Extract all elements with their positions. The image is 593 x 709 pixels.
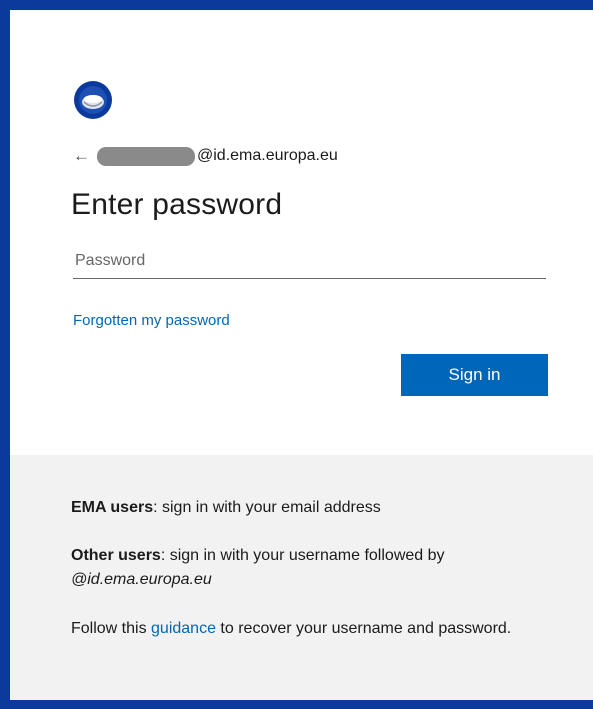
guidance-link[interactable]: guidance: [151, 620, 216, 637]
recovery-note: Follow this guidance to recover your use…: [71, 617, 551, 641]
recovery-text-2: to recover your username and password.: [215, 620, 512, 637]
redacted-username: [97, 146, 195, 166]
password-input[interactable]: [73, 250, 546, 279]
ema-users-label: EMA users: [71, 499, 154, 516]
recovery-text-1: Follow this: [71, 620, 152, 637]
other-users-text: : sign in with your username followed by: [160, 547, 445, 564]
other-users-domain: @id.ema.europa.eu: [71, 571, 212, 588]
other-users-label: Other users: [71, 547, 161, 564]
ema-users-note: EMA users: sign in with your email addre…: [71, 496, 551, 520]
forgot-password-link[interactable]: Forgotten my password: [73, 312, 230, 329]
arrow-left-icon[interactable]: ←: [73, 146, 97, 166]
other-users-note: Other users: sign in with your username …: [71, 544, 551, 592]
signin-card: ← @id.ema.europa.eu Enter password Forgo…: [10, 10, 593, 455]
page-title: Enter password: [71, 188, 283, 221]
ema-users-text: : sign in with your email address: [153, 499, 381, 516]
email-domain: @id.ema.europa.eu: [197, 147, 338, 164]
password-field-wrapper: [73, 250, 546, 279]
identity-banner: ← @id.ema.europa.eu: [73, 145, 338, 167]
sign-in-button[interactable]: Sign in: [401, 354, 548, 396]
login-frame: ← @id.ema.europa.eu Enter password Forgo…: [0, 0, 593, 709]
ema-logo-icon: [74, 81, 112, 119]
info-panel: EMA users: sign in with your email addre…: [10, 455, 593, 700]
